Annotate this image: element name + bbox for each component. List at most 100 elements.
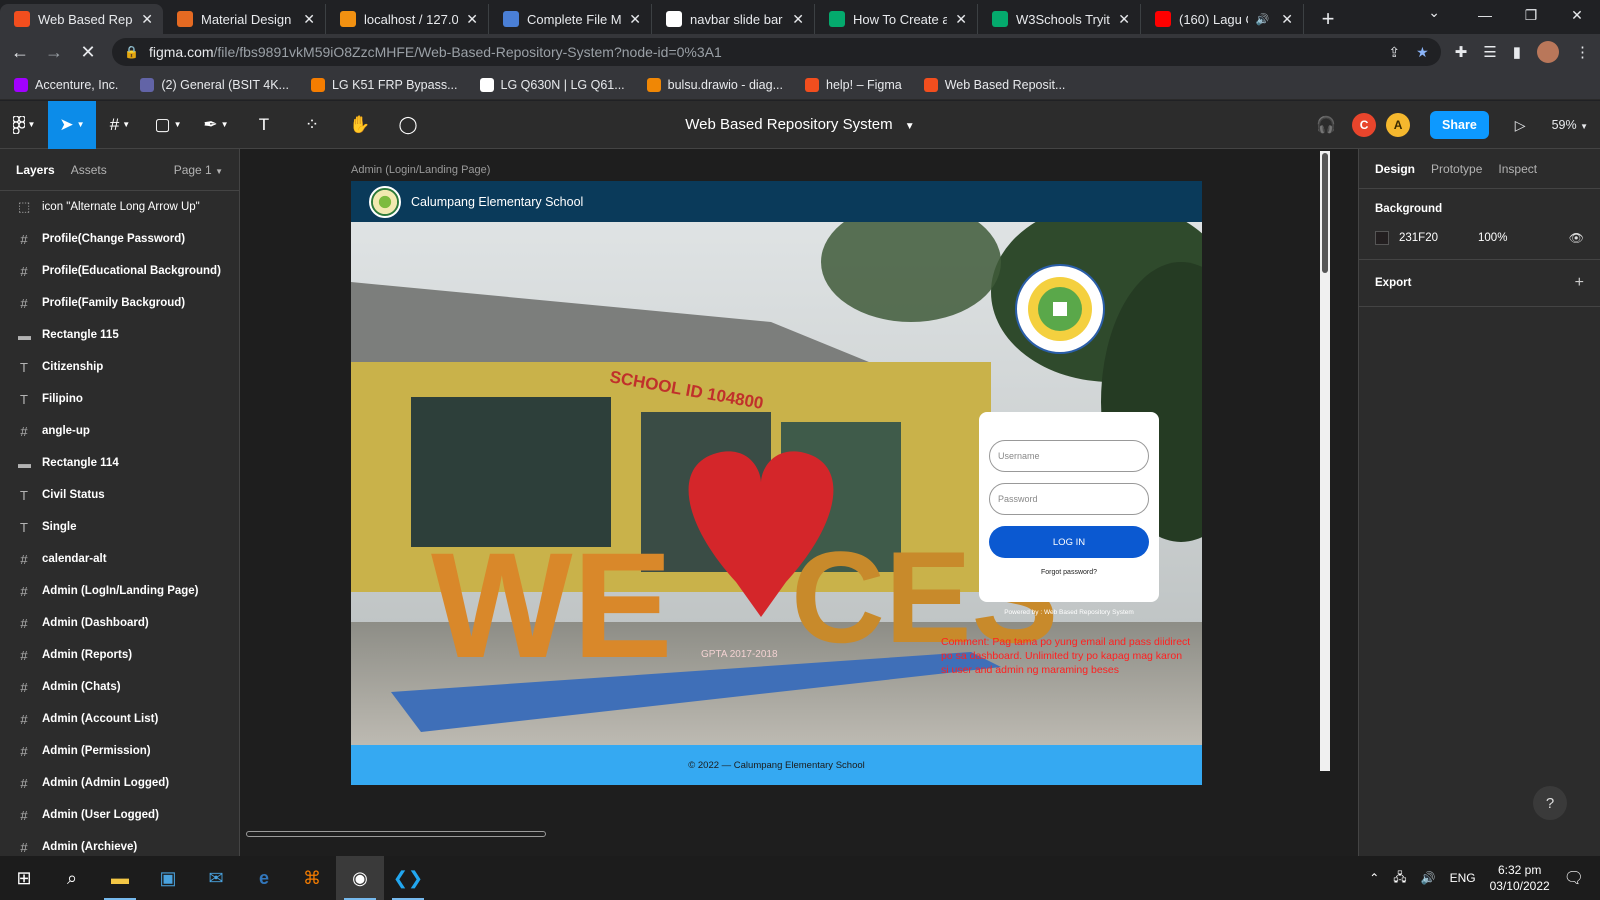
layer-row[interactable]: # Admin (User Logged) [0,799,239,831]
store-icon[interactable]: ▣ [144,856,192,900]
background-opacity[interactable]: 100% [1478,232,1507,244]
page-selector[interactable]: Page 1 ▼ [174,163,223,177]
hand-tool[interactable]: ✋ [336,101,384,149]
file-explorer-icon[interactable]: ▬ [96,856,144,900]
layer-row[interactable]: # Profile(Family Backgroud) [0,287,239,319]
tab-close-icon[interactable]: ✕ [629,11,641,28]
new-tab-button[interactable]: + [1312,4,1344,34]
forward-icon[interactable]: → [44,42,64,63]
shape-tool[interactable]: ▢ ▼ [144,101,192,149]
tab-close-icon[interactable]: ✕ [1118,11,1130,28]
back-icon[interactable]: ← [10,42,30,63]
bookmark-item[interactable]: Accenture, Inc. [14,77,118,92]
tab-close-icon[interactable]: ✕ [955,11,967,28]
headphones-icon[interactable]: 🎧 [1316,115,1336,135]
language-indicator[interactable]: ENG [1450,871,1476,885]
move-tool[interactable]: ➤ ▼ [48,100,96,149]
layer-row[interactable]: T Civil Status [0,479,239,511]
add-export-icon[interactable]: + [1575,274,1584,292]
zoom-level[interactable]: 59% ▼ [1552,118,1588,132]
browser-tab[interactable]: How To Create a Si ✕ [815,4,978,34]
forgot-password-link[interactable]: Forgot password? [989,569,1149,576]
layer-row[interactable]: # Profile(Educational Background) [0,255,239,287]
lock-icon[interactable]: 🔒 [124,45,139,59]
browser-tab[interactable]: W3Schools Tryit Ed ✕ [978,4,1141,34]
eye-icon[interactable]: 👁 [1569,231,1584,245]
xampp-icon[interactable]: ⌘ [288,856,336,900]
browser-tab[interactable]: (160) Lagu One 🔊 ✕ [1141,4,1304,34]
tab-close-icon[interactable]: ✕ [141,11,153,28]
layer-row[interactable]: ⬚ icon "Alternate Long Arrow Up" [0,191,239,223]
collaborator-avatar-c[interactable]: C [1352,113,1377,137]
layer-row[interactable]: # Admin (Reports) [0,639,239,671]
resources-tool[interactable]: ⁘ [288,101,336,149]
layer-row[interactable]: T Filipino [0,383,239,415]
tab-close-icon[interactable]: ✕ [1281,11,1293,28]
edge-icon[interactable]: e [240,856,288,900]
mail-icon[interactable]: ✉ [192,856,240,900]
browser-tab[interactable]: localhost / 127.0.0. ✕ [326,4,489,34]
file-title[interactable]: Web Based Repository System [685,116,892,133]
username-input[interactable]: Username [989,440,1149,472]
layer-row[interactable]: # Admin (Admin Logged) [0,767,239,799]
layer-row[interactable]: # calendar-alt [0,543,239,575]
reading-list-icon[interactable]: ☰ [1483,43,1496,61]
frame-tool[interactable]: # ▼ [96,101,144,149]
profile-avatar[interactable] [1537,41,1559,63]
chrome-icon[interactable]: ◉ [336,856,384,900]
notifications-icon[interactable]: 🗨 [1564,868,1584,888]
tab-assets[interactable]: Assets [71,163,107,177]
vscode-icon[interactable]: ❮❯ [384,856,432,900]
browser-tab[interactable]: Material Design Bo ✕ [163,4,326,34]
bookmark-item[interactable]: bulsu.drawio - diag... [646,77,783,92]
login-page-frame[interactable]: Calumpang Elementary School SCHOOL ID 10… [351,181,1202,785]
horizontal-scrollbar[interactable] [246,831,546,837]
share-button[interactable]: Share [1430,111,1489,139]
frame-label[interactable]: Admin (Login/Landing Page) [351,164,490,176]
tab-close-icon[interactable]: ✕ [466,11,478,28]
pen-tool[interactable]: ✒ ▼ [192,101,240,149]
bookmark-item[interactable]: LG K51 FRP Bypass... [310,77,458,92]
network-icon[interactable]: 🖧 [1393,868,1406,889]
vertical-scroll-thumb[interactable] [1322,153,1328,273]
text-tool[interactable]: T [240,101,288,149]
share-page-icon[interactable]: ⇪ [1388,44,1400,61]
search-icon[interactable]: ⌕ [48,856,96,900]
tab-prototype[interactable]: Prototype [1431,162,1482,176]
chevron-up-icon[interactable]: ⌃ [1369,871,1379,885]
browser-tab[interactable]: Web Based Reposit ✕ [0,4,163,34]
url-bar[interactable]: 🔒 figma.com/file/fbs9891vkM59iO8ZzcMHFE/… [112,38,1441,66]
tab-close-icon[interactable]: ✕ [792,11,804,28]
layer-row[interactable]: T Citizenship [0,351,239,383]
extensions-icon[interactable]: ✚ [1455,43,1468,61]
close-window-icon[interactable]: ✕ [1554,0,1600,30]
layer-row[interactable]: # Profile(Change Password) [0,223,239,255]
tab-layers[interactable]: Layers [16,163,55,177]
volume-icon[interactable]: 🔊 [1421,871,1436,885]
tab-inspect[interactable]: Inspect [1498,162,1537,176]
figma-main-menu[interactable]: ▼ [0,101,48,149]
collaborator-avatar-a[interactable]: A [1386,113,1411,137]
layer-row[interactable]: T Single [0,511,239,543]
background-hex[interactable]: 231F20 [1399,232,1438,244]
present-play-icon[interactable]: ▷ [1515,117,1526,134]
password-input[interactable]: Password [989,483,1149,515]
bookmark-item[interactable]: help! – Figma [805,77,902,92]
layer-row[interactable]: # Admin (Account List) [0,703,239,735]
stop-loading-icon[interactable]: ✕ [78,42,98,63]
layer-row[interactable]: # angle-up [0,415,239,447]
browser-tab[interactable]: navbar slide bar - G ✕ [652,4,815,34]
layer-row[interactable]: ▬ Rectangle 114 [0,447,239,479]
windows-start-icon[interactable]: ⊞ [0,856,48,900]
clock[interactable]: 6:32 pm 03/10/2022 [1490,862,1550,894]
tab-search-icon[interactable]: ⌄ [1428,4,1440,21]
comment-tool[interactable]: ◯ [384,101,432,149]
layer-row[interactable]: # Admin (Chats) [0,671,239,703]
browser-menu-icon[interactable]: ⋮ [1575,43,1590,61]
minimize-icon[interactable]: — [1462,0,1508,30]
layer-row[interactable]: # Admin (Dashboard) [0,607,239,639]
bookmark-item[interactable]: Web Based Reposit... [923,77,1065,92]
layer-row[interactable]: ▬ Rectangle 115 [0,319,239,351]
design-canvas[interactable]: Admin (Login/Landing Page) Calumpang Ele… [240,149,1358,856]
tab-close-icon[interactable]: ✕ [303,11,315,28]
